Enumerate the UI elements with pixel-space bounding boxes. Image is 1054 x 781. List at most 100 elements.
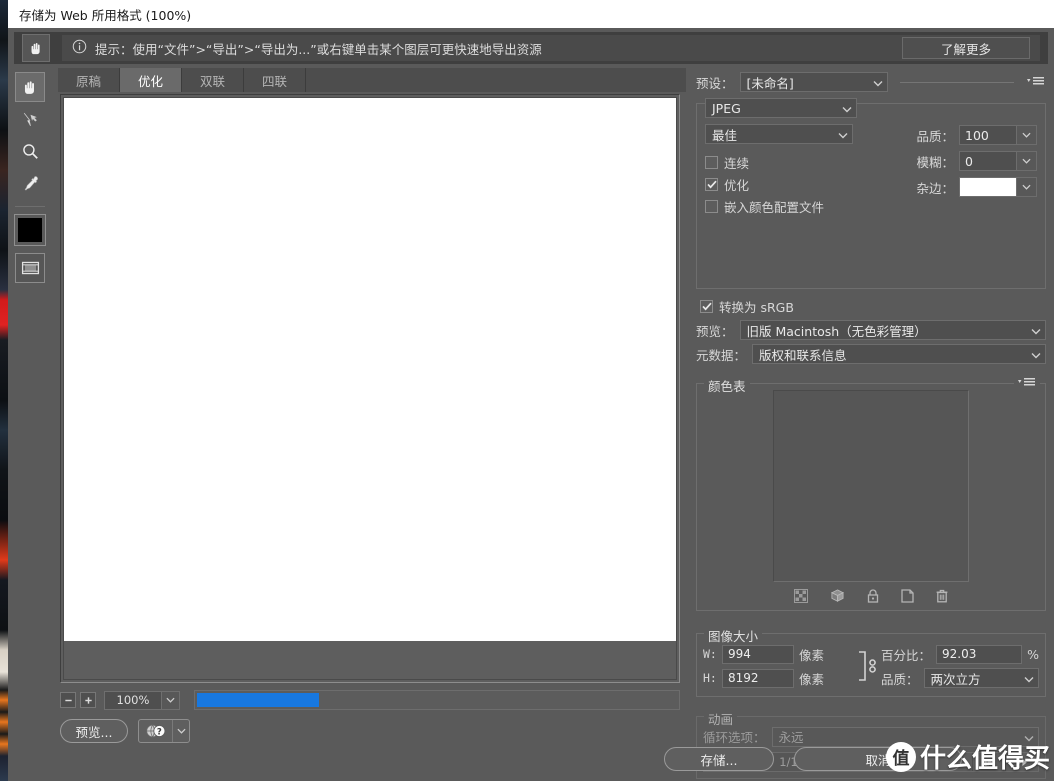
preview-canvas[interactable] (63, 97, 677, 680)
preset-value: [未命名] (746, 75, 794, 91)
percent-unit: % (1027, 646, 1039, 662)
compression-quality-select[interactable]: 最佳 (705, 124, 853, 144)
blur-row: 模糊： 0 (879, 150, 1037, 172)
progress-bar-fill (197, 693, 319, 707)
preview-status-bar: 100% 预览... ? (52, 685, 686, 743)
chain-link-icon (859, 651, 876, 681)
chevron-down-icon[interactable] (1016, 178, 1036, 196)
hand-icon (31, 42, 40, 54)
quality-value: 100 (965, 127, 989, 143)
progressive-label: 连续 (724, 155, 750, 171)
preset-rule (899, 81, 1014, 83)
tab-2-up[interactable]: 双联 (182, 68, 244, 92)
toolbar-divider (15, 206, 45, 207)
color-table-panel-menu-button[interactable] (1014, 377, 1040, 392)
file-format-select[interactable]: JPEG (705, 98, 857, 118)
preview-mode-select[interactable]: 旧版 Macintosh（无色彩管理） (739, 320, 1046, 340)
height-unit: 像素 (799, 671, 825, 687)
save-for-web-dialog: 存储为 Web 所用格式 (100%) 提示：使用“文件”>“导出”>“导出为.… (8, 0, 1054, 781)
embed-profile-checkbox[interactable] (705, 199, 718, 213)
percent-label: 百分比： (881, 647, 932, 663)
save-button[interactable]: 存储... (664, 747, 774, 771)
chevron-down-icon[interactable] (1016, 152, 1036, 170)
zoom-in-button[interactable] (80, 692, 96, 708)
blur-value: 0 (965, 153, 973, 169)
compression-quality-value: 最佳 (712, 127, 738, 143)
width-input[interactable]: 994 (722, 644, 794, 664)
embed-profile-label: 嵌入颜色配置文件 (724, 199, 825, 215)
chevron-down-icon (842, 101, 852, 116)
new-color-icon[interactable] (901, 588, 914, 606)
preset-select[interactable]: [未命名] (739, 72, 888, 92)
format-settings-group: JPEG 最佳 连续 优化 嵌入颜色配置文件 品质： 100 模糊： 0 杂边： (696, 96, 1046, 289)
matte-color-swatch[interactable] (960, 178, 1016, 196)
progressive-checkbox[interactable] (705, 155, 718, 169)
resample-quality-select[interactable]: 两次立方 (923, 668, 1039, 688)
zoom-out-icon (64, 699, 72, 701)
color-table-swatches[interactable] (773, 390, 969, 582)
tools-panel (8, 66, 52, 737)
chevron-down-icon (873, 75, 883, 90)
chevron-down-icon[interactable] (1016, 126, 1036, 144)
tab-4-up[interactable]: 四联 (244, 68, 306, 92)
dialog-footer: 存储... 取消 (8, 737, 1054, 781)
metadata-value: 版权和联系信息 (759, 347, 847, 363)
chevron-down-icon (1031, 347, 1041, 362)
eyedropper-tool[interactable] (15, 168, 45, 198)
constrain-proportions-toggle[interactable] (853, 649, 881, 683)
slice-select-icon (23, 112, 37, 126)
preview-canvas-frame (60, 94, 680, 683)
settings-panel-menu-button[interactable] (1026, 76, 1046, 88)
tab-optimized[interactable]: 优化 (120, 68, 182, 92)
progressive-row[interactable]: 连续 (705, 151, 865, 173)
matte-field[interactable] (959, 177, 1037, 197)
image-size-group: 图像大小 W: 994 像素 H: 8192 像素 百分比： 92.03 % 品… (696, 626, 1046, 697)
zoom-level-select[interactable]: 100% (104, 690, 180, 710)
height-label: H: (703, 671, 717, 685)
web-snap-cube-icon[interactable] (830, 588, 845, 606)
panel-menu-icon (1018, 378, 1035, 386)
metadata-select[interactable]: 版权和联系信息 (752, 344, 1046, 364)
quality-row: 品质： 100 (879, 124, 1037, 146)
delete-color-icon[interactable] (936, 589, 948, 606)
convert-srgb-row[interactable]: 转换为 sRGB (700, 297, 1046, 316)
chevron-down-icon (838, 127, 848, 142)
color-table-title: 颜色表 (704, 376, 750, 395)
zoom-out-button[interactable] (60, 692, 76, 708)
tip-text: 提示：使用“文件”>“导出”>“导出为...”或右键单击某个图层可更快速地导出资… (95, 41, 542, 57)
preview-mode-value: 旧版 Macintosh（无色彩管理） (746, 323, 927, 339)
foreground-color-swatch[interactable] (14, 214, 46, 246)
width-label: W: (703, 647, 717, 661)
optimized-label: 优化 (724, 177, 750, 193)
tip-message-box: 提示：使用“文件”>“导出”>“导出为...”或右键单击某个图层可更快速地导出资… (62, 35, 1040, 61)
blur-field[interactable]: 0 (959, 151, 1037, 171)
preview-mode-label: 预览： (696, 323, 734, 339)
file-format-value: JPEG (712, 100, 741, 116)
slice-select-tool[interactable] (15, 104, 45, 134)
optimization-progress (194, 690, 680, 710)
hand-tool[interactable] (15, 72, 45, 102)
zoom-level-value: 100% (116, 693, 150, 707)
hand-tool-large[interactable] (22, 34, 50, 62)
optimized-checkbox[interactable] (705, 177, 718, 191)
learn-more-button[interactable]: 了解更多 (902, 37, 1030, 59)
embed-profile-row[interactable]: 嵌入颜色配置文件 (705, 195, 865, 217)
toggle-slices-button[interactable] (15, 253, 45, 283)
quality-field[interactable]: 100 (959, 125, 1037, 145)
preset-row: 预设： [未命名] (696, 72, 1046, 92)
percent-input[interactable]: 92.03 (936, 644, 1023, 664)
transparency-icon[interactable] (794, 588, 808, 606)
height-input[interactable]: 8192 (722, 668, 794, 688)
svg-text:?: ? (156, 726, 161, 736)
tab-original[interactable]: 原稿 (58, 68, 120, 92)
cancel-button[interactable]: 取消 (794, 747, 962, 771)
lock-icon[interactable] (867, 588, 879, 606)
preview-column: 原稿 优化 双联 四联 100% 预览... ? (52, 66, 690, 743)
zoom-tool[interactable] (15, 136, 45, 166)
resample-quality-label: 品质： (881, 671, 919, 687)
optimized-row[interactable]: 优化 (705, 173, 865, 195)
animation-title: 动画 (704, 709, 738, 728)
optimized-image-preview[interactable] (64, 98, 676, 641)
metadata-row: 元数据： 版权和联系信息 (696, 344, 1046, 364)
convert-srgb-checkbox[interactable] (700, 300, 713, 313)
